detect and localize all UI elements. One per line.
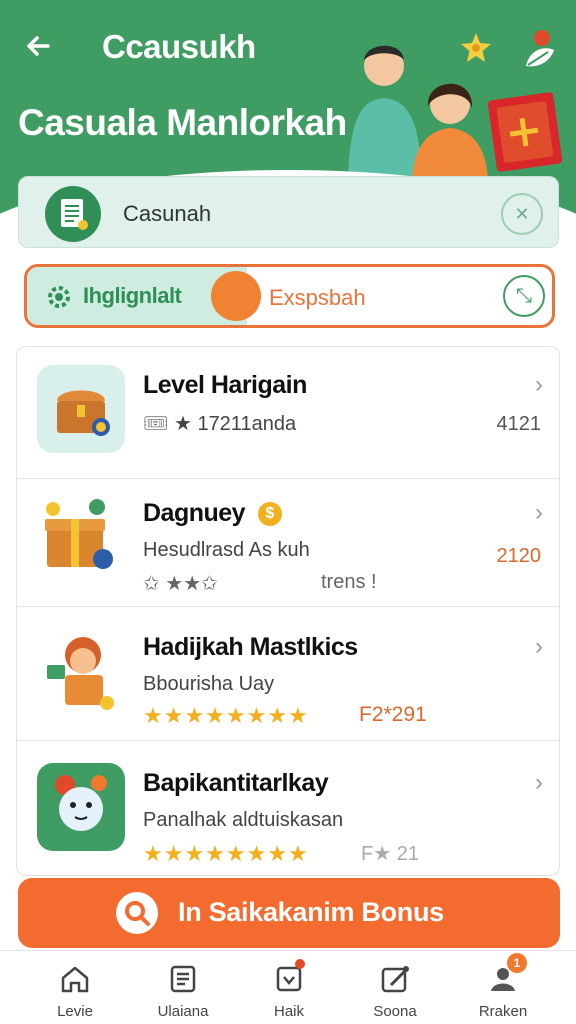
document-icon-button	[45, 186, 101, 242]
shield-icon	[271, 959, 307, 997]
nav-label: Rraken	[478, 1003, 528, 1020]
nav-label: Haik	[273, 1003, 304, 1020]
document-icon	[61, 199, 88, 230]
toggle-knob[interactable]	[211, 271, 261, 321]
hero-title: Casuala Manlorkah	[18, 102, 347, 143]
user-icon: 1	[485, 953, 527, 997]
treasure-chest-icon	[37, 365, 125, 453]
family-illustration	[348, 45, 563, 180]
toggle-info-button[interactable]: ⤡	[503, 275, 545, 317]
gift-box-icon	[37, 493, 125, 581]
item-title: Hadijkah Mastlkics	[143, 633, 358, 661]
nav-badge: 1	[507, 953, 527, 973]
search-icon	[116, 892, 158, 934]
mode-toggle[interactable]: Ihglignlalt Exspsbah ⤡	[24, 264, 555, 328]
item-subtitle: Bbourisha Uay	[143, 673, 275, 695]
home-icon	[57, 961, 93, 997]
item-subtitle: Hesudlrasd As kuh	[143, 539, 310, 561]
close-icon: ✕	[514, 203, 530, 224]
nav-item-list[interactable]: Ulaiana	[128, 957, 238, 1024]
bottom-nav: Levie Ulaiana Haik Soona 1 Rraken	[0, 950, 576, 1024]
list-icon	[165, 961, 201, 997]
item-rating-text: F2*291	[359, 703, 427, 726]
item-value: 4121	[496, 413, 542, 435]
back-button[interactable]	[18, 26, 58, 66]
game-list: Level Harigain 🎟 ★ 17211anda 4121 › Dagn…	[16, 346, 560, 876]
search-input[interactable]: Casunah	[123, 201, 211, 227]
nav-label: Soona	[373, 1003, 417, 1020]
item-rating: ✩ ★★✩	[143, 573, 218, 595]
bonus-button[interactable]: In Saikakanim Bonus	[18, 878, 560, 948]
nav-item-profile[interactable]: 1 Rraken	[448, 953, 558, 1024]
nav-label: Ulaiana	[157, 1003, 209, 1020]
nav-label: Levie	[57, 1003, 93, 1020]
item-subtitle: Panalhak aldtuiskasan	[143, 809, 344, 831]
notification-dot	[295, 959, 305, 969]
character-icon	[37, 763, 125, 851]
ticket-icon: 🎟	[143, 413, 169, 435]
list-item[interactable]: Level Harigain 🎟 ★ 17211anda 4121 ›	[17, 347, 559, 479]
bonus-button-label: In Saikakanim Bonus	[178, 897, 444, 927]
list-item[interactable]: Dagnuey $ Hesudlrasd As kuh ✩ ★★✩ trens …	[17, 475, 559, 607]
chevron-right-icon: ›	[535, 499, 543, 526]
arrow-left-icon	[27, 36, 50, 56]
item-title: Bapikantitarlkay	[143, 769, 329, 797]
toggle-left-label: Ihglignlalt	[83, 283, 182, 308]
item-title: Level Harigain	[143, 371, 307, 399]
app-title: Ccausukh	[102, 28, 256, 65]
chevron-right-icon: ›	[535, 371, 543, 398]
nav-item-badge[interactable]: Haik	[234, 957, 344, 1024]
tool-icon: ⤡	[516, 284, 532, 307]
star-rating: ★★★★★★★★	[143, 703, 309, 728]
nav-item-home[interactable]: Levie	[20, 957, 130, 1024]
nav-item-edit[interactable]: Soona	[340, 957, 450, 1024]
item-value: 2120	[496, 545, 542, 567]
item-rating-text: F★ 21	[361, 843, 419, 865]
mascot-icon	[37, 627, 125, 715]
chevron-right-icon: ›	[535, 769, 543, 796]
coin-icon: $	[257, 502, 282, 527]
gear-icon	[48, 286, 70, 308]
item-title: Dagnuey $	[143, 499, 282, 528]
chevron-right-icon: ›	[535, 633, 543, 660]
clear-search-button[interactable]: ✕	[501, 193, 543, 235]
list-item[interactable]: Bapikantitarlkay Panalhak aldtuiskasan ★…	[17, 745, 559, 875]
star-rating: ★★★★★★★★	[143, 841, 309, 866]
edit-icon	[377, 961, 413, 997]
toggle-right-label[interactable]: Exspsbah	[269, 285, 366, 311]
item-meta: trens !	[321, 571, 377, 593]
list-item[interactable]: Hadijkah Mastlkics Bbourisha Uay ★★★★★★★…	[17, 609, 559, 741]
search-bar[interactable]: Casunah ✕	[18, 176, 559, 248]
item-subtitle: 🎟 ★ 17211anda	[143, 413, 297, 435]
